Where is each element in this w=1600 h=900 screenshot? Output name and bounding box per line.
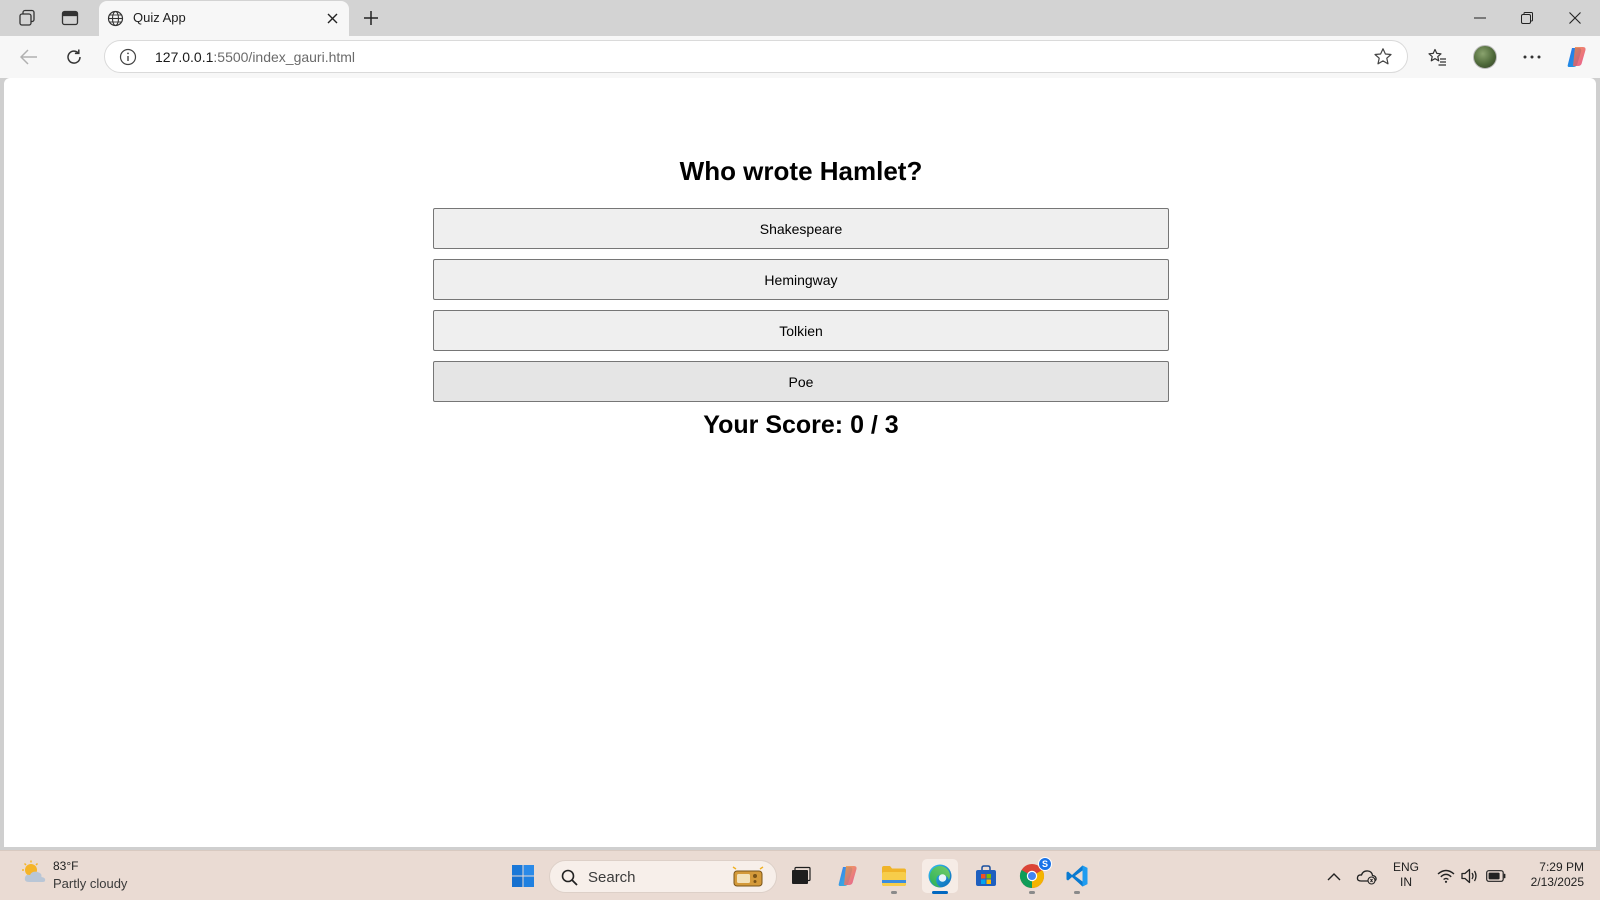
volume-icon[interactable]: [1459, 865, 1481, 887]
lang-primary: ENG: [1393, 860, 1420, 874]
lang-region: IN: [1400, 875, 1412, 889]
workspaces-icon[interactable]: [14, 6, 40, 30]
search-placeholder: Search: [588, 869, 636, 886]
browser-tab-bar: Quiz App: [0, 0, 1600, 36]
refresh-button[interactable]: [59, 42, 89, 72]
avatar: [1473, 45, 1497, 69]
more-options-icon[interactable]: [1517, 42, 1547, 72]
url-path: :5500/index_gauri.html: [213, 49, 356, 65]
favorites-icon[interactable]: [1422, 42, 1452, 72]
taskbar: 83°F Partly cloudy Search S ENG IN 7:29 …: [0, 850, 1600, 900]
page-viewport: Who wrote Hamlet? Shakespeare Hemingway …: [4, 78, 1596, 847]
taskbar-search[interactable]: Search: [549, 860, 777, 893]
new-tab-button[interactable]: [358, 6, 384, 30]
copilot-app-icon[interactable]: [830, 859, 866, 893]
question-text: Who wrote Hamlet?: [679, 156, 923, 186]
answer-button-hemingway[interactable]: Hemingway: [433, 259, 1169, 300]
tab-title: Quiz App: [133, 10, 186, 25]
restore-button[interactable]: [1504, 4, 1550, 32]
onedrive-status-icon[interactable]: [1356, 865, 1378, 887]
microsoft-store-icon[interactable]: [968, 859, 1004, 893]
answer-button-shakespeare[interactable]: Shakespeare: [433, 208, 1169, 249]
clock-time: 7:29 PM: [1539, 860, 1584, 874]
search-highlight-icon: [728, 866, 768, 888]
chrome-icon[interactable]: S: [1014, 857, 1052, 894]
show-hidden-icons-chevron-up-icon[interactable]: [1323, 865, 1345, 887]
weather-description[interactable]: Partly cloudy: [53, 876, 127, 891]
active-indicator: [932, 891, 948, 894]
search-icon: [561, 869, 578, 891]
url-host: 127.0.0.1: [155, 49, 214, 65]
task-view-icon[interactable]: [783, 859, 819, 893]
address-bar[interactable]: 127.0.0.1:5500/index_gauri.html: [104, 40, 1408, 73]
clock-date: 2/13/2025: [1530, 875, 1584, 889]
browser-toolbar: 127.0.0.1:5500/index_gauri.html: [0, 36, 1600, 78]
input-language-indicator[interactable]: ENG IN: [1393, 860, 1419, 890]
start-button[interactable]: [505, 859, 541, 893]
battery-icon[interactable]: [1485, 865, 1507, 887]
url-text: 127.0.0.1:5500/index_gauri.html: [155, 49, 355, 65]
close-tab-icon[interactable]: [323, 9, 341, 27]
partly-cloudy-icon[interactable]: [20, 860, 48, 891]
answer-button-tolkien[interactable]: Tolkien: [433, 310, 1169, 351]
vscode-icon[interactable]: [1059, 859, 1095, 894]
system-clock[interactable]: 7:29 PM 2/13/2025: [1514, 860, 1584, 890]
running-indicator: [891, 891, 897, 894]
favorite-star-icon[interactable]: [1373, 47, 1393, 72]
running-indicator: [1029, 891, 1035, 894]
close-window-button[interactable]: [1552, 4, 1598, 32]
tab-quiz-app[interactable]: Quiz App: [99, 1, 349, 36]
weather-temperature[interactable]: 83°F: [53, 859, 78, 873]
chrome-profile-badge: S: [1038, 857, 1052, 871]
copilot-icon[interactable]: [1562, 42, 1592, 72]
edge-browser-icon[interactable]: [922, 859, 958, 894]
vertical-tabs-icon[interactable]: [57, 6, 83, 30]
file-explorer-icon[interactable]: [876, 859, 912, 894]
score-text: Your Score: 0 / 3: [703, 411, 899, 439]
profile-avatar[interactable]: [1470, 42, 1500, 72]
back-button[interactable]: [14, 42, 44, 72]
wifi-icon[interactable]: [1435, 865, 1457, 887]
answer-button-poe[interactable]: Poe: [433, 361, 1169, 402]
globe-icon: [107, 10, 124, 32]
running-indicator: [1074, 891, 1080, 894]
site-info-icon[interactable]: [119, 48, 137, 71]
minimize-button[interactable]: [1457, 4, 1503, 32]
